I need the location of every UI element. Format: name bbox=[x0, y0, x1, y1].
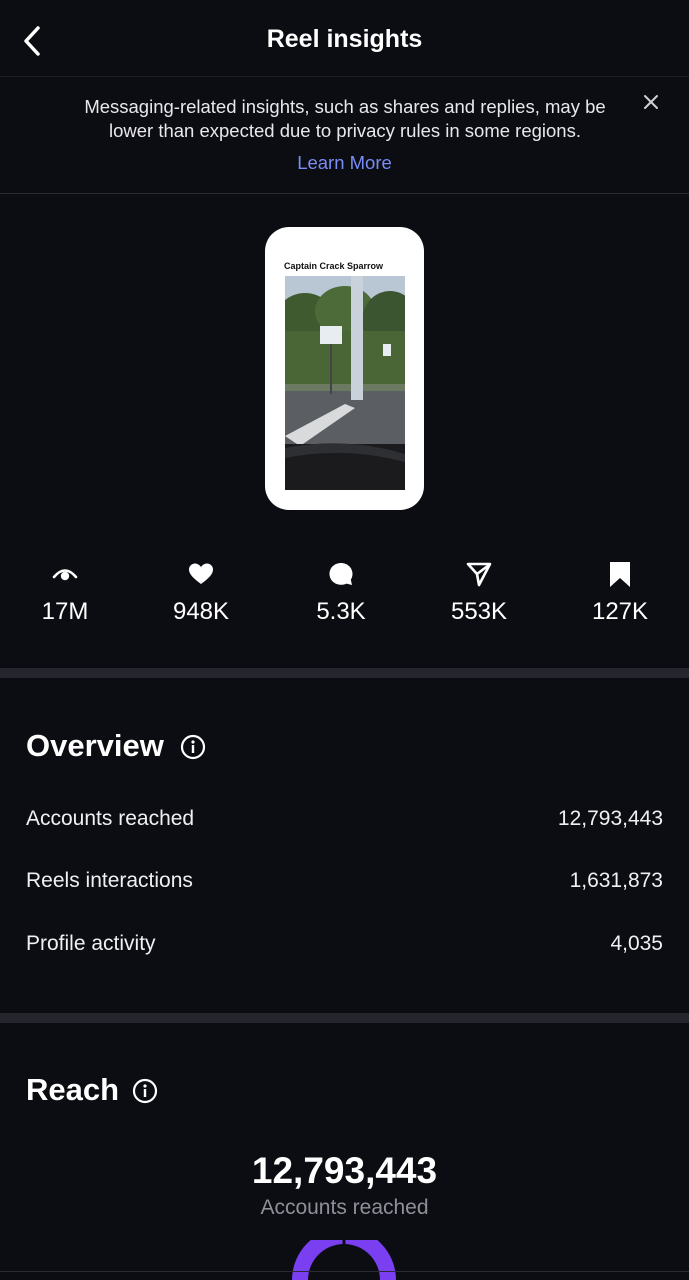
heart-icon bbox=[189, 563, 213, 584]
reel-thumbnail bbox=[285, 276, 405, 490]
close-icon[interactable] bbox=[640, 91, 662, 113]
notice-text: Messaging-related insights, such as shar… bbox=[84, 96, 606, 141]
profile-activity-label: Profile activity bbox=[26, 932, 156, 955]
reel-preview[interactable]: Captain Crack Sparrow bbox=[265, 227, 424, 510]
saves-stat: 127K bbox=[560, 560, 680, 626]
section-divider bbox=[0, 1013, 689, 1023]
reach-donut-chart bbox=[292, 1240, 396, 1280]
section-divider bbox=[0, 668, 689, 678]
likes-count: 948K bbox=[172, 598, 230, 625]
reach-title: Reach bbox=[26, 1072, 120, 1107]
overview-title: Overview bbox=[26, 728, 164, 763]
reels-interactions-value: 1,631,873 bbox=[569, 869, 663, 892]
eye-icon bbox=[52, 569, 78, 581]
shares-stat: 553K bbox=[419, 560, 539, 626]
reel-caption: Captain Crack Sparrow bbox=[284, 261, 384, 271]
views-count: 17M bbox=[41, 598, 89, 625]
bottom-border bbox=[0, 1271, 689, 1272]
bookmark-icon bbox=[610, 562, 630, 587]
reel-stats-row: 17M 948K 5.3K 553K 127K bbox=[0, 560, 689, 640]
privacy-notice-banner: Messaging-related insights, such as shar… bbox=[0, 77, 689, 194]
reach-total-label: Accounts reached bbox=[260, 1196, 429, 1219]
accounts-reached-label: Accounts reached bbox=[26, 807, 195, 830]
reels-interactions-label: Reels interactions bbox=[26, 869, 193, 892]
page-title: Reel insights bbox=[266, 25, 423, 53]
likes-stat: 948K bbox=[141, 560, 261, 626]
accounts-reached-value: 12,793,443 bbox=[557, 807, 663, 830]
reach-total: 12,793,443 bbox=[251, 1150, 438, 1191]
saves-count: 127K bbox=[591, 598, 649, 625]
comments-count: 5.3K bbox=[316, 598, 366, 625]
info-icon[interactable] bbox=[132, 1078, 158, 1104]
learn-more-link[interactable]: Learn More bbox=[0, 152, 689, 174]
comment-icon bbox=[329, 563, 353, 585]
comments-stat: 5.3K bbox=[281, 560, 401, 626]
info-icon[interactable] bbox=[180, 734, 206, 760]
share-icon bbox=[466, 562, 492, 587]
shares-count: 553K bbox=[450, 598, 508, 625]
profile-activity-value: 4,035 bbox=[610, 932, 663, 955]
top-bar: Reel insights bbox=[0, 0, 689, 77]
views-stat: 17M bbox=[5, 560, 125, 626]
